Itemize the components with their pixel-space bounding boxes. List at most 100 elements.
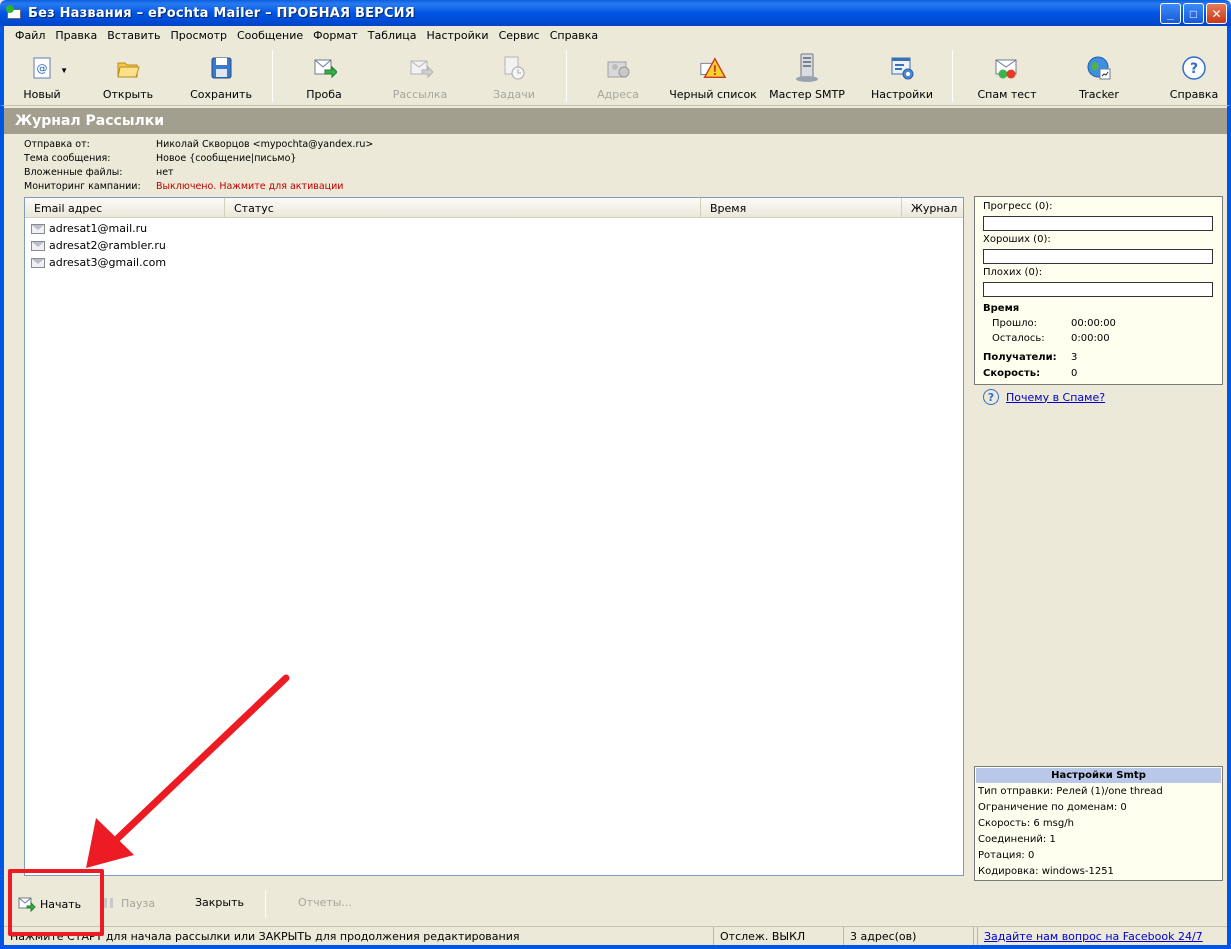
bad-bar: [983, 282, 1213, 297]
from-label: Отправка от:: [24, 139, 90, 150]
status-bar: Нажмите СТАРТ для начала рассылки или ЗА…: [4, 926, 1227, 946]
help-label: Справка: [1169, 88, 1219, 101]
open-label: Открыть: [102, 88, 154, 101]
column-email[interactable]: Email адрес: [25, 198, 225, 218]
open-button[interactable]: Открыть: [98, 48, 158, 104]
spam-test-button[interactable]: Спам тест: [976, 48, 1038, 104]
attachments-row: Вложенные файлы: нет: [24, 167, 373, 181]
settings-button[interactable]: Настройки: [868, 48, 936, 104]
list-item[interactable]: adresat3@gmail.com: [25, 254, 963, 271]
help-button[interactable]: ? Справка: [1164, 48, 1224, 104]
spam-test-icon: [993, 54, 1021, 82]
smtp-master-label: Мастер SMTP: [769, 88, 845, 101]
tracker-button[interactable]: Tracker: [1074, 48, 1124, 104]
journal-header: Журнал Рассылки: [4, 108, 1227, 134]
smtp-settings-panel: Настройки Smtp Тип отправки: Релей (1)/o…: [974, 766, 1223, 881]
list-item[interactable]: adresat2@rambler.ru: [25, 237, 963, 254]
menu-edit[interactable]: Правка: [50, 29, 102, 42]
monitoring-row: Мониторинг кампании: Выключено. Нажмите …: [24, 181, 373, 195]
menu-settings[interactable]: Настройки: [421, 29, 493, 42]
addresses-button[interactable]: Адреса: [592, 48, 644, 104]
blacklist-button[interactable]: Черный список: [668, 48, 758, 104]
status-tracking: Отслеж. ВЫКЛ: [714, 927, 844, 946]
svg-text:@: @: [37, 62, 48, 75]
pause-button[interactable]: Пауза: [102, 896, 155, 910]
window-title: Без Названия – ePochta Mailer – ПРОБНАЯ …: [28, 5, 415, 21]
why-spam-text[interactable]: Почему в Спаме?: [1006, 391, 1105, 404]
speed-label: Скорость:: [983, 368, 1041, 379]
from-row: Отправка от: Николай Скворцов <mypochta@…: [24, 139, 373, 153]
column-time[interactable]: Время: [701, 198, 902, 218]
why-spam-link[interactable]: ? Почему в Спаме?: [983, 389, 1105, 405]
subject-row: Тема сообщения: Новое {сообщение|письмо}: [24, 153, 373, 167]
action-bar: Начать Пауза Закрыть Отчеты...: [4, 884, 1227, 922]
mailing-button[interactable]: Рассылка: [390, 48, 450, 104]
maximize-button[interactable]: □: [1183, 3, 1204, 24]
action-separator: [265, 890, 266, 918]
list-item[interactable]: adresat1@mail.ru: [25, 220, 963, 237]
new-message-icon: @ ▼: [28, 54, 68, 82]
campaign-info: Отправка от: Николай Скворцов <mypochta@…: [24, 139, 373, 195]
annotation-highlight-box: [8, 869, 104, 936]
menu-insert[interactable]: Вставить: [102, 29, 165, 42]
monitoring-activate-link[interactable]: Выключено. Нажмите для активации: [156, 181, 344, 195]
dropdown-arrow-icon[interactable]: ▼: [60, 66, 68, 75]
facebook-question-link[interactable]: Задайте нам вопрос на Facebook 24/7: [978, 927, 1218, 946]
globe-icon: [1085, 54, 1113, 82]
svg-text:?: ?: [1190, 61, 1198, 77]
smtp-master-button[interactable]: Мастер SMTP: [769, 48, 845, 104]
column-status[interactable]: Статус: [225, 198, 701, 218]
minimize-button[interactable]: _: [1160, 3, 1181, 24]
help-icon: ?: [1180, 54, 1208, 82]
title-bar[interactable]: Без Названия – ePochta Mailer – ПРОБНАЯ …: [0, 0, 1231, 26]
menu-table[interactable]: Таблица: [363, 29, 422, 42]
tracker-label: Tracker: [1079, 88, 1119, 101]
remaining-label: Осталось:: [992, 333, 1045, 344]
elapsed-value: 00:00:00: [1071, 318, 1116, 329]
close-button[interactable]: Закрыть: [195, 896, 244, 909]
menu-service[interactable]: Сервис: [494, 29, 545, 42]
subject-value: Новое {сообщение|письмо}: [156, 153, 297, 164]
attachments-label: Вложенные файлы:: [24, 167, 123, 178]
tasks-button[interactable]: Задачи: [488, 48, 540, 104]
email-address: adresat3@gmail.com: [49, 256, 167, 269]
toolbar-separator: [566, 50, 567, 102]
test-label: Проба: [306, 88, 342, 101]
test-send-icon: [310, 54, 338, 82]
smtp-speed: Скорость: 6 msg/h: [978, 818, 1074, 829]
recipient-list[interactable]: Email адрес Статус Время Журнал adresat1…: [24, 197, 964, 876]
window-frame-right: [1227, 106, 1231, 945]
monitoring-label: Мониторинг кампании:: [24, 181, 141, 192]
remaining-value: 0:00:00: [1071, 333, 1110, 344]
spam-test-label: Спам тест: [977, 88, 1037, 101]
time-heading: Время: [983, 303, 1020, 314]
folder-icon: [114, 54, 142, 82]
save-button[interactable]: Сохранить: [186, 48, 256, 104]
question-icon: ?: [983, 389, 999, 405]
menu-file[interactable]: Файл: [10, 29, 50, 42]
menu-help[interactable]: Справка: [545, 29, 603, 42]
menu-format[interactable]: Формат: [308, 29, 363, 42]
email-address: adresat2@rambler.ru: [49, 239, 166, 252]
mailing-icon: [406, 54, 434, 82]
attachments-value: нет: [156, 167, 174, 178]
close-window-button[interactable]: ✕: [1206, 3, 1227, 24]
test-button[interactable]: Проба: [298, 48, 350, 104]
status-hint: Нажмите СТАРТ для начала рассылки или ЗА…: [4, 927, 714, 946]
new-button[interactable]: @ ▼ Новый: [14, 48, 70, 104]
menu-message[interactable]: Сообщение: [232, 29, 308, 42]
reports-button[interactable]: Отчеты...: [298, 896, 352, 909]
settings-gear-icon: [888, 54, 916, 82]
column-log[interactable]: Журнал: [902, 198, 963, 218]
menu-view[interactable]: Просмотр: [166, 29, 232, 42]
app-icon[interactable]: [6, 5, 22, 21]
save-label: Сохранить: [190, 88, 252, 101]
address-book-icon: [604, 54, 632, 82]
bad-label: Плохих (0):: [983, 267, 1043, 278]
clock-icon: [500, 54, 528, 82]
speed-value: 0: [1071, 368, 1078, 379]
smtp-connections: Соединений: 1: [978, 834, 1056, 845]
server-icon: [793, 53, 821, 82]
good-bar: [983, 249, 1213, 264]
list-header: Email адрес Статус Время Журнал: [25, 198, 963, 218]
